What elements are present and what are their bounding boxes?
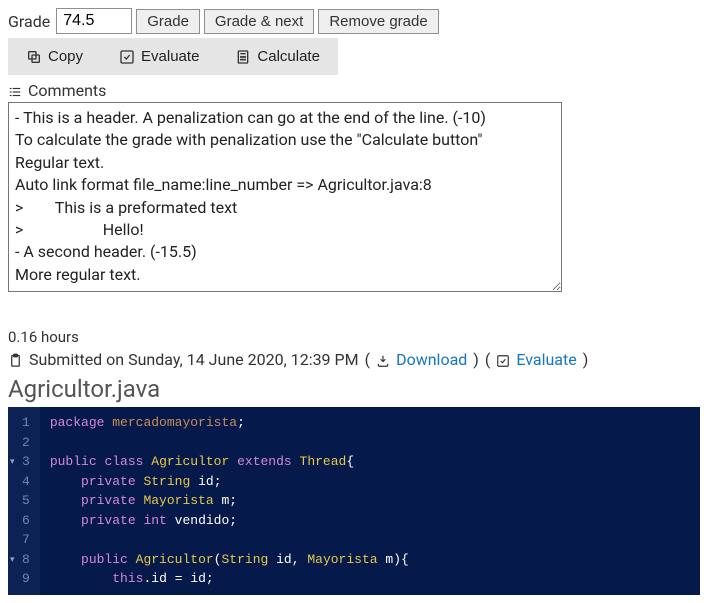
line-number: 2 xyxy=(22,433,30,453)
toolbar: Copy Evaluate Calculate xyxy=(8,38,700,75)
grade-button[interactable]: Grade xyxy=(136,9,200,34)
copy-button[interactable]: Copy xyxy=(8,38,101,75)
clipboard-icon xyxy=(8,350,23,369)
check-icon xyxy=(119,48,135,65)
code-line: this.id = id; xyxy=(50,569,690,589)
grade-row: Grade Grade Grade & next Remove grade xyxy=(8,8,700,34)
download-link[interactable]: Download xyxy=(396,350,467,369)
evaluate-button[interactable]: Evaluate xyxy=(101,38,217,75)
comments-textarea[interactable] xyxy=(8,102,562,292)
evaluate-link[interactable]: Evaluate xyxy=(516,350,576,369)
calculate-button[interactable]: Calculate xyxy=(217,38,338,75)
code-line: private int vendido; xyxy=(50,511,690,531)
line-number: 9 xyxy=(22,569,30,589)
line-number: 7 xyxy=(22,530,30,550)
grade-input[interactable] xyxy=(56,8,132,34)
line-number: 5 xyxy=(22,491,30,511)
file-title: Agricultor.java xyxy=(8,375,700,403)
calculate-label: Calculate xyxy=(257,48,320,65)
code-line xyxy=(50,433,690,453)
grade-next-button[interactable]: Grade & next xyxy=(204,9,314,34)
line-number: 4 xyxy=(22,472,30,492)
remove-grade-button[interactable]: Remove grade xyxy=(318,9,438,34)
hours-text: 0.16 hours xyxy=(8,328,700,346)
download-icon xyxy=(376,350,390,369)
grade-label: Grade xyxy=(8,12,50,31)
copy-icon xyxy=(26,48,42,65)
submitted-text: Submitted on Sunday, 14 June 2020, 12:39… xyxy=(29,350,359,369)
code-line xyxy=(50,530,690,550)
code-line: private String id; xyxy=(50,472,690,492)
evaluate-label: Evaluate xyxy=(141,48,199,65)
comments-label: Comments xyxy=(28,81,106,100)
line-number: 3 xyxy=(22,452,30,472)
copy-label: Copy xyxy=(48,48,83,65)
code-line: package mercadomayorista; xyxy=(50,413,690,433)
code-line: private Mayorista m; xyxy=(50,491,690,511)
check-icon-small xyxy=(496,350,510,369)
line-number: 8 xyxy=(22,550,30,570)
comments-header: Comments xyxy=(8,81,700,100)
line-number: 1 xyxy=(22,413,30,433)
code-line: public Agricultor(String id, Mayorista m… xyxy=(50,550,690,570)
line-number: 6 xyxy=(22,511,30,531)
calculator-icon xyxy=(235,48,251,65)
submitted-row: Submitted on Sunday, 14 June 2020, 12:39… xyxy=(8,350,700,369)
code-block: 123456789 package mercadomayorista; publ… xyxy=(8,407,700,595)
code-body: package mercadomayorista; public class A… xyxy=(40,407,700,595)
code-line: public class Agricultor extends Thread{ xyxy=(50,452,690,472)
code-gutter: 123456789 xyxy=(8,407,40,595)
list-icon xyxy=(8,81,22,100)
